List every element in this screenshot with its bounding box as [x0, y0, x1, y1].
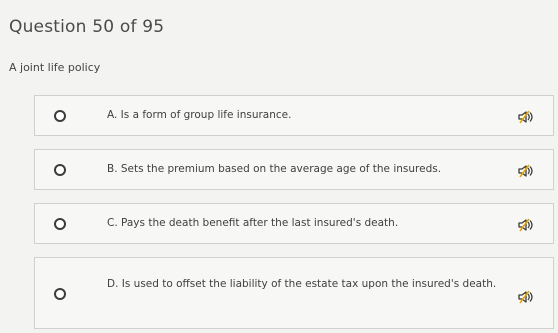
speaker-muted-icon[interactable] — [517, 218, 535, 232]
option-label: B. Sets the premium based on the average… — [107, 163, 442, 175]
question-counter: Question 50 of 95 — [9, 17, 165, 37]
radio-button[interactable] — [54, 288, 66, 300]
speaker-muted-icon[interactable] — [517, 290, 535, 304]
option-a[interactable]: A. Is a form of group life insurance. — [34, 95, 554, 136]
option-c[interactable]: C. Pays the death benefit after the last… — [34, 203, 554, 244]
option-d[interactable]: D. Is used to offset the liability of th… — [34, 257, 554, 329]
option-label: A. Is a form of group life insurance. — [107, 109, 292, 121]
option-b[interactable]: B. Sets the premium based on the average… — [34, 149, 554, 190]
option-label: C. Pays the death benefit after the last… — [107, 217, 399, 229]
radio-button[interactable] — [54, 218, 66, 230]
radio-button[interactable] — [54, 110, 66, 122]
question-prompt: A joint life policy — [9, 61, 101, 74]
speaker-muted-icon[interactable] — [517, 110, 535, 124]
radio-button[interactable] — [54, 164, 66, 176]
option-label: D. Is used to offset the liability of th… — [107, 278, 497, 290]
speaker-muted-icon[interactable] — [517, 164, 535, 178]
